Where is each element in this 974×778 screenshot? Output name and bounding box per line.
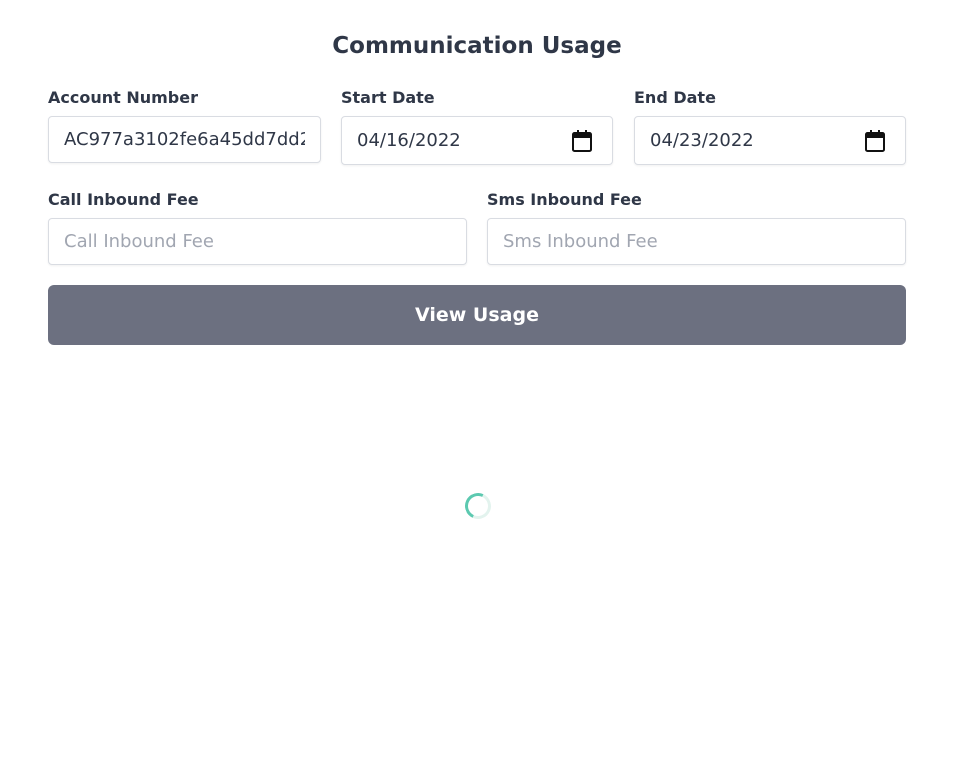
- call-inbound-fee-placeholder: Call Inbound Fee: [64, 231, 214, 252]
- start-date-label: Start Date: [341, 88, 435, 107]
- spinner-icon: [461, 489, 495, 523]
- end-date-value: 04/23/2022: [650, 130, 754, 151]
- usage-page: Communication Usage Account Number Start…: [0, 0, 974, 778]
- view-usage-button[interactable]: View Usage: [48, 285, 906, 345]
- account-number-input[interactable]: AC977a3102fe6a45dd7dd2: [48, 116, 321, 163]
- call-inbound-fee-label: Call Inbound Fee: [48, 190, 199, 209]
- sms-inbound-fee-label: Sms Inbound Fee: [487, 190, 642, 209]
- end-date-label: End Date: [634, 88, 716, 107]
- calendar-icon[interactable]: [572, 129, 592, 152]
- call-inbound-fee-input[interactable]: Call Inbound Fee: [48, 218, 467, 265]
- sms-inbound-fee-placeholder: Sms Inbound Fee: [503, 231, 658, 252]
- start-date-value: 04/16/2022: [357, 130, 461, 151]
- account-number-label: Account Number: [48, 88, 198, 107]
- end-date-input[interactable]: 04/23/2022: [634, 116, 906, 165]
- calendar-icon[interactable]: [865, 129, 885, 152]
- account-number-value: AC977a3102fe6a45dd7dd2: [64, 129, 305, 150]
- sms-inbound-fee-input[interactable]: Sms Inbound Fee: [487, 218, 906, 265]
- page-title: Communication Usage: [332, 33, 622, 59]
- start-date-input[interactable]: 04/16/2022: [341, 116, 613, 165]
